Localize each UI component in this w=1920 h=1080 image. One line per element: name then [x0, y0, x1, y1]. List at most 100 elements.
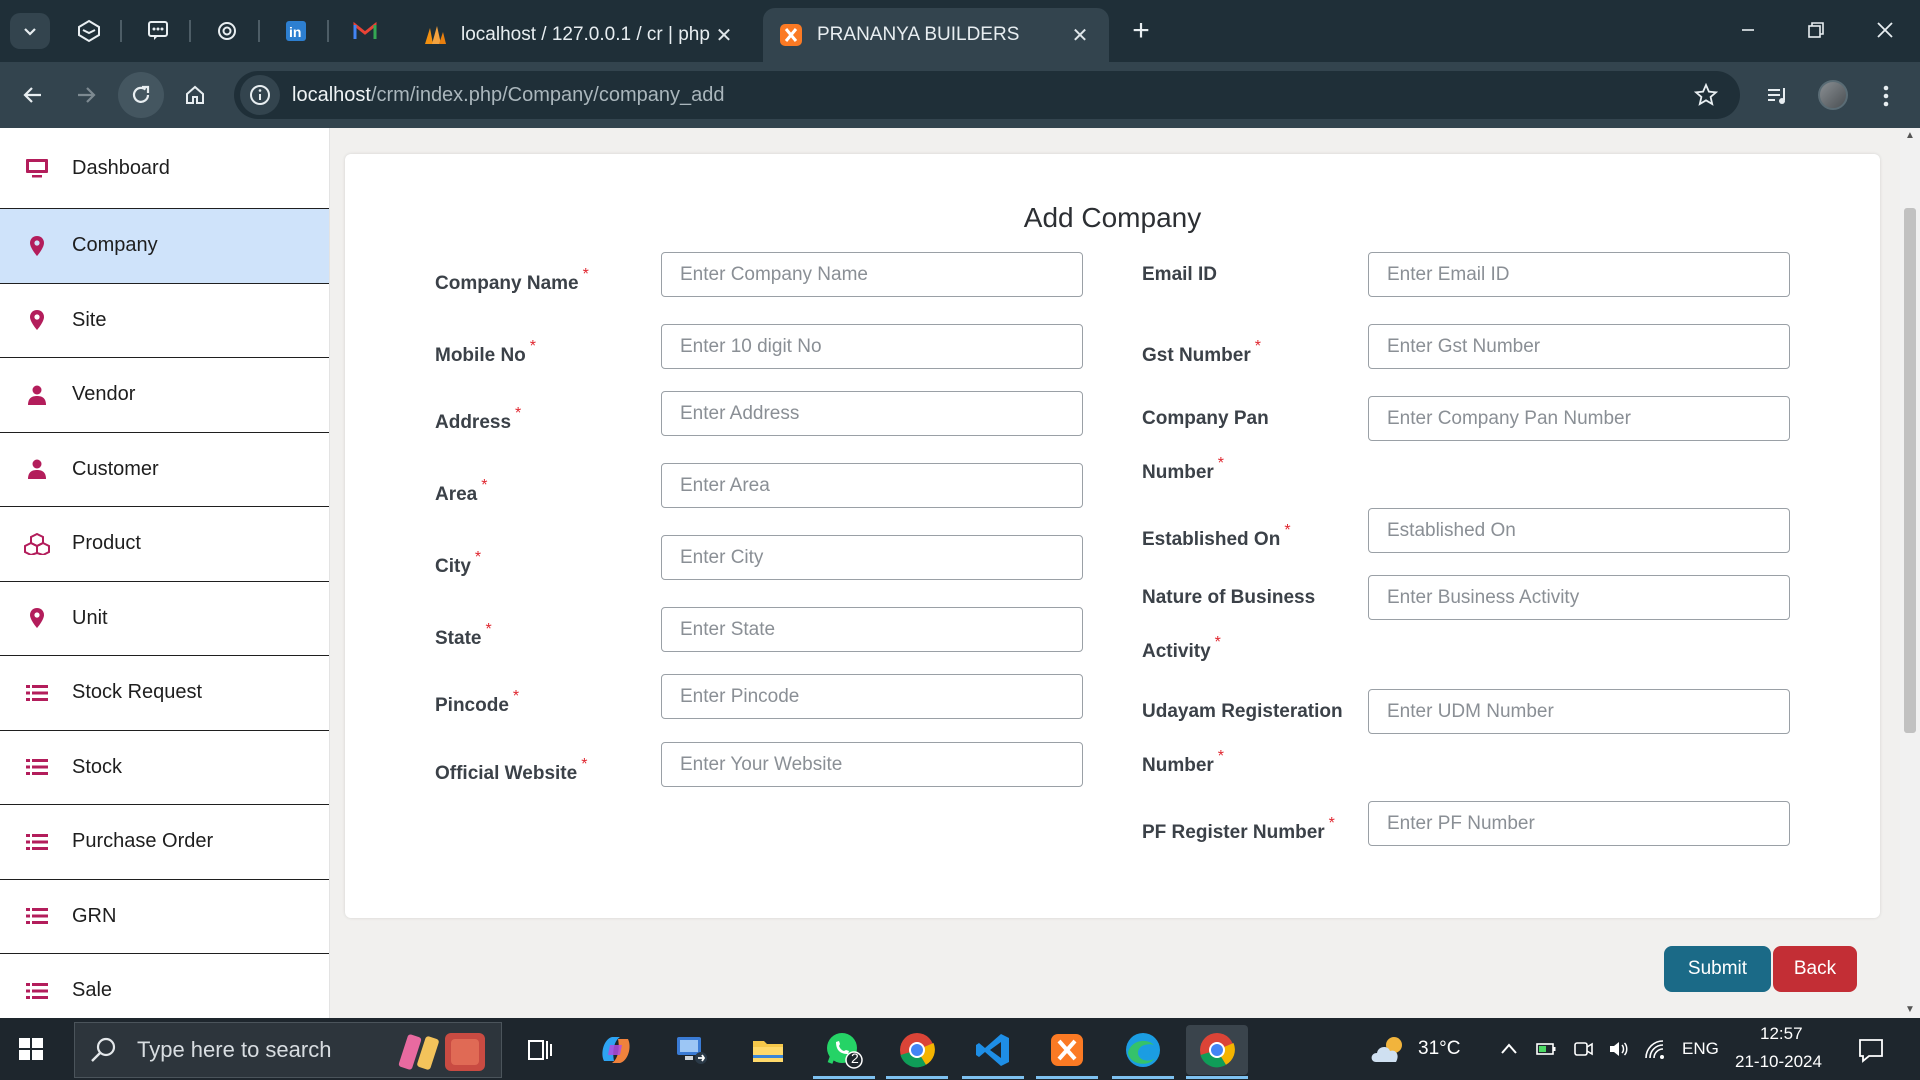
- established-on-input[interactable]: [1368, 508, 1790, 553]
- openai-icon: [218, 22, 236, 40]
- meet-icon[interactable]: [1572, 1038, 1594, 1060]
- chevron-up-icon[interactable]: [1498, 1038, 1520, 1060]
- task-view-button[interactable]: [509, 1025, 571, 1075]
- close-tab-icon[interactable]: ✕: [711, 22, 737, 48]
- sidebar-item-grn[interactable]: GRN: [0, 880, 329, 954]
- official-website-input[interactable]: [661, 742, 1083, 787]
- pinned-tab-app[interactable]: [72, 14, 106, 48]
- chrome-active-button[interactable]: [1186, 1025, 1248, 1079]
- required-marker: *: [582, 266, 589, 283]
- pinned-tab-gmail[interactable]: [348, 14, 382, 48]
- pf-number-input[interactable]: [1368, 801, 1790, 846]
- back-button[interactable]: Back: [1773, 946, 1857, 992]
- pincode-input[interactable]: [661, 674, 1083, 719]
- address-bar[interactable]: localhost/crm/index.php/Company/company_…: [234, 71, 1740, 119]
- browser-tab-bar: in localhost / 127.0.0.1 / cr | phpMyAdm…: [0, 0, 1920, 62]
- pinned-tab-chat[interactable]: [141, 14, 175, 48]
- submit-button[interactable]: Submit: [1664, 946, 1771, 992]
- udm-number-input[interactable]: [1368, 689, 1790, 734]
- home-button[interactable]: [172, 72, 218, 118]
- scroll-down-icon[interactable]: ▼: [1904, 1004, 1916, 1016]
- sidebar-item-label: Product: [72, 532, 141, 555]
- sidebar-item-site[interactable]: Site: [0, 284, 329, 358]
- svg-text:in: in: [289, 24, 301, 40]
- area-input[interactable]: [661, 463, 1083, 508]
- gst-number-input[interactable]: [1368, 324, 1790, 369]
- business-activity-input[interactable]: [1368, 575, 1790, 620]
- back-nav-button[interactable]: [10, 72, 56, 118]
- state-input[interactable]: [661, 607, 1083, 652]
- taskbar-search[interactable]: Type here to search: [74, 1022, 502, 1078]
- chrome-button[interactable]: [886, 1025, 948, 1079]
- gmail-icon: [353, 21, 377, 39]
- site-info-button[interactable]: [240, 75, 280, 115]
- weather-icon[interactable]: [1370, 1034, 1410, 1064]
- remote-desktop-button[interactable]: [661, 1025, 723, 1075]
- new-tab-button[interactable]: +: [1123, 13, 1159, 49]
- arrow-right-icon: [78, 87, 96, 103]
- sidebar-item-stock[interactable]: Stock: [0, 731, 329, 805]
- browser-menu-button[interactable]: [1870, 80, 1902, 112]
- required-marker: *: [1217, 748, 1225, 765]
- notification-icon[interactable]: [1857, 1036, 1885, 1064]
- xampp-button[interactable]: [1036, 1025, 1098, 1079]
- sidebar-item-label: Vendor: [72, 383, 136, 406]
- close-tab-icon[interactable]: ✕: [1067, 22, 1093, 48]
- tab-separator: [258, 20, 260, 42]
- media-control-button[interactable]: [1762, 80, 1794, 112]
- sidebar-item-dashboard[interactable]: Dashboard: [0, 128, 329, 209]
- close-window-button[interactable]: [1855, 8, 1915, 52]
- address-input[interactable]: [661, 391, 1083, 436]
- email-id-input[interactable]: [1368, 252, 1790, 297]
- clock-date[interactable]: 21-10-2024: [1735, 1052, 1822, 1072]
- pinned-tab-linkedin[interactable]: in: [279, 14, 313, 48]
- task-view-icon: [528, 1040, 552, 1060]
- star-icon[interactable]: [1694, 83, 1718, 107]
- restore-button[interactable]: [1786, 8, 1846, 52]
- label-text-line2: Number: [1142, 755, 1214, 776]
- file-explorer-button[interactable]: [737, 1025, 799, 1075]
- sidebar-item-vendor[interactable]: Vendor: [0, 358, 329, 433]
- windows-taskbar: Type here to search 2 31°C ENG 12:57 21-…: [0, 1018, 1920, 1080]
- wifi-icon[interactable]: [1643, 1038, 1665, 1060]
- page-scrollbar[interactable]: ▲ ▼: [1900, 128, 1920, 1018]
- copilot-button[interactable]: [585, 1025, 647, 1075]
- sidebar-item-sale[interactable]: Sale: [0, 954, 329, 1018]
- sidebar-item-customer[interactable]: Customer: [0, 433, 329, 507]
- minimize-button[interactable]: [1718, 8, 1778, 52]
- pinned-tab-openai[interactable]: [210, 14, 244, 48]
- profile-avatar[interactable]: [1818, 80, 1848, 110]
- vscode-button[interactable]: [962, 1025, 1024, 1079]
- sidebar-item-product[interactable]: Product: [0, 507, 329, 582]
- tab-phpmyadmin[interactable]: localhost / 127.0.0.1 / cr | phpMyAdmin …: [407, 8, 753, 62]
- tab-title: localhost / 127.0.0.1 / cr | phpMyAdmin: [461, 24, 711, 45]
- chevron-down-icon: [24, 28, 36, 36]
- company-pan-input[interactable]: [1368, 396, 1790, 441]
- tab-search-button[interactable]: [10, 13, 50, 49]
- label-text-line2: Number: [1142, 462, 1214, 483]
- sidebar-item-purchase-order[interactable]: Purchase Order: [0, 805, 329, 880]
- language-indicator[interactable]: ENG: [1682, 1039, 1719, 1059]
- battery-icon[interactable]: [1535, 1038, 1557, 1060]
- clock-time[interactable]: 12:57: [1760, 1024, 1803, 1044]
- sidebar-item-unit[interactable]: Unit: [0, 582, 329, 656]
- scroll-up-icon[interactable]: ▲: [1904, 130, 1916, 142]
- edge-icon: [1126, 1033, 1160, 1067]
- whatsapp-button[interactable]: 2: [813, 1025, 875, 1079]
- reload-button[interactable]: [118, 72, 164, 118]
- company-name-input[interactable]: [661, 252, 1083, 297]
- volume-icon[interactable]: [1607, 1038, 1629, 1060]
- scrollbar-thumb[interactable]: [1904, 208, 1916, 733]
- sidebar-item-stock-request[interactable]: Stock Request: [0, 656, 329, 731]
- address-label: Address *: [435, 391, 521, 445]
- sidebar-item-label: GRN: [72, 904, 117, 927]
- url-text[interactable]: localhost/crm/index.php/Company/company_…: [292, 84, 724, 107]
- city-input[interactable]: [661, 535, 1083, 580]
- mobile-no-input[interactable]: [661, 324, 1083, 369]
- forward-nav-button[interactable]: [63, 72, 109, 118]
- windows-start-icon[interactable]: [14, 1032, 48, 1066]
- temperature-text[interactable]: 31°C: [1418, 1038, 1460, 1060]
- tab-prananya-builders[interactable]: PRANANYA BUILDERS ✕: [763, 8, 1109, 62]
- edge-button[interactable]: [1112, 1025, 1174, 1079]
- sidebar-item-company[interactable]: Company: [0, 209, 329, 284]
